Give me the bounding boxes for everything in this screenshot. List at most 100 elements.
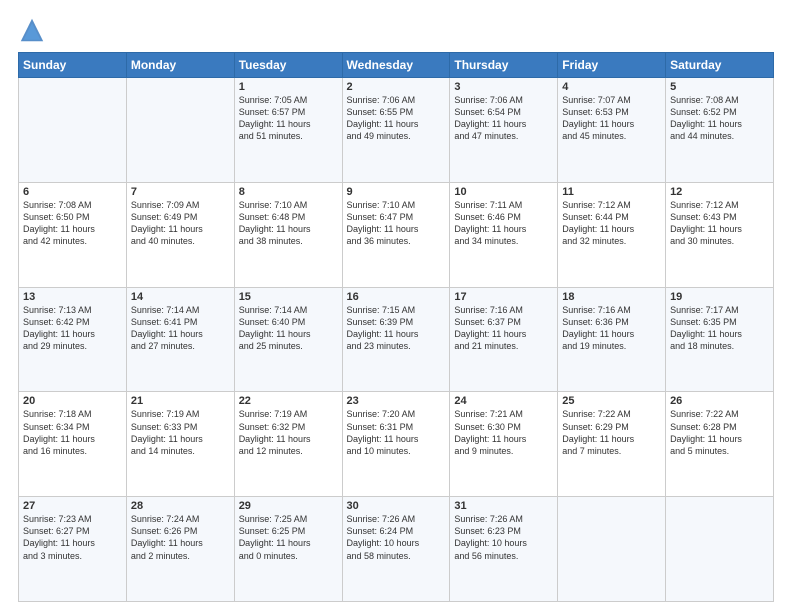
day-info: Sunrise: 7:10 AMSunset: 6:47 PMDaylight:…	[347, 199, 446, 248]
day-info: Sunrise: 7:24 AMSunset: 6:26 PMDaylight:…	[131, 513, 230, 562]
day-cell: 22Sunrise: 7:19 AMSunset: 6:32 PMDayligh…	[234, 392, 342, 497]
day-cell: 23Sunrise: 7:20 AMSunset: 6:31 PMDayligh…	[342, 392, 450, 497]
day-header-friday: Friday	[558, 53, 666, 78]
day-header-sunday: Sunday	[19, 53, 127, 78]
day-info: Sunrise: 7:17 AMSunset: 6:35 PMDaylight:…	[670, 304, 769, 353]
day-info: Sunrise: 7:09 AMSunset: 6:49 PMDaylight:…	[131, 199, 230, 248]
day-cell: 28Sunrise: 7:24 AMSunset: 6:26 PMDayligh…	[126, 497, 234, 602]
day-cell: 24Sunrise: 7:21 AMSunset: 6:30 PMDayligh…	[450, 392, 558, 497]
day-header-saturday: Saturday	[666, 53, 774, 78]
day-info: Sunrise: 7:06 AMSunset: 6:55 PMDaylight:…	[347, 94, 446, 143]
day-number: 9	[347, 186, 446, 198]
day-cell: 7Sunrise: 7:09 AMSunset: 6:49 PMDaylight…	[126, 182, 234, 287]
day-info: Sunrise: 7:05 AMSunset: 6:57 PMDaylight:…	[239, 94, 338, 143]
day-cell: 17Sunrise: 7:16 AMSunset: 6:37 PMDayligh…	[450, 287, 558, 392]
day-info: Sunrise: 7:26 AMSunset: 6:23 PMDaylight:…	[454, 513, 553, 562]
day-info: Sunrise: 7:16 AMSunset: 6:37 PMDaylight:…	[454, 304, 553, 353]
day-number: 14	[131, 291, 230, 303]
calendar-header-row: SundayMondayTuesdayWednesdayThursdayFrid…	[19, 53, 774, 78]
day-number: 25	[562, 395, 661, 407]
day-info: Sunrise: 7:08 AMSunset: 6:52 PMDaylight:…	[670, 94, 769, 143]
day-info: Sunrise: 7:22 AMSunset: 6:29 PMDaylight:…	[562, 408, 661, 457]
page: SundayMondayTuesdayWednesdayThursdayFrid…	[0, 0, 792, 612]
week-row-5: 27Sunrise: 7:23 AMSunset: 6:27 PMDayligh…	[19, 497, 774, 602]
day-number: 1	[239, 81, 338, 93]
day-cell: 25Sunrise: 7:22 AMSunset: 6:29 PMDayligh…	[558, 392, 666, 497]
day-info: Sunrise: 7:06 AMSunset: 6:54 PMDaylight:…	[454, 94, 553, 143]
day-number: 23	[347, 395, 446, 407]
day-cell: 21Sunrise: 7:19 AMSunset: 6:33 PMDayligh…	[126, 392, 234, 497]
day-info: Sunrise: 7:26 AMSunset: 6:24 PMDaylight:…	[347, 513, 446, 562]
day-cell: 11Sunrise: 7:12 AMSunset: 6:44 PMDayligh…	[558, 182, 666, 287]
day-info: Sunrise: 7:12 AMSunset: 6:43 PMDaylight:…	[670, 199, 769, 248]
week-row-4: 20Sunrise: 7:18 AMSunset: 6:34 PMDayligh…	[19, 392, 774, 497]
day-number: 19	[670, 291, 769, 303]
day-number: 12	[670, 186, 769, 198]
day-cell: 4Sunrise: 7:07 AMSunset: 6:53 PMDaylight…	[558, 78, 666, 183]
day-cell: 14Sunrise: 7:14 AMSunset: 6:41 PMDayligh…	[126, 287, 234, 392]
day-info: Sunrise: 7:10 AMSunset: 6:48 PMDaylight:…	[239, 199, 338, 248]
day-cell	[666, 497, 774, 602]
day-number: 30	[347, 500, 446, 512]
day-cell: 31Sunrise: 7:26 AMSunset: 6:23 PMDayligh…	[450, 497, 558, 602]
day-header-monday: Monday	[126, 53, 234, 78]
day-cell: 18Sunrise: 7:16 AMSunset: 6:36 PMDayligh…	[558, 287, 666, 392]
day-info: Sunrise: 7:14 AMSunset: 6:41 PMDaylight:…	[131, 304, 230, 353]
day-cell: 8Sunrise: 7:10 AMSunset: 6:48 PMDaylight…	[234, 182, 342, 287]
day-number: 29	[239, 500, 338, 512]
day-cell: 20Sunrise: 7:18 AMSunset: 6:34 PMDayligh…	[19, 392, 127, 497]
day-number: 13	[23, 291, 122, 303]
day-info: Sunrise: 7:16 AMSunset: 6:36 PMDaylight:…	[562, 304, 661, 353]
day-number: 7	[131, 186, 230, 198]
day-number: 4	[562, 81, 661, 93]
header	[18, 16, 774, 44]
day-cell	[126, 78, 234, 183]
day-info: Sunrise: 7:18 AMSunset: 6:34 PMDaylight:…	[23, 408, 122, 457]
day-cell: 29Sunrise: 7:25 AMSunset: 6:25 PMDayligh…	[234, 497, 342, 602]
day-cell	[558, 497, 666, 602]
day-number: 31	[454, 500, 553, 512]
day-info: Sunrise: 7:15 AMSunset: 6:39 PMDaylight:…	[347, 304, 446, 353]
day-number: 18	[562, 291, 661, 303]
day-number: 22	[239, 395, 338, 407]
week-row-2: 6Sunrise: 7:08 AMSunset: 6:50 PMDaylight…	[19, 182, 774, 287]
day-info: Sunrise: 7:22 AMSunset: 6:28 PMDaylight:…	[670, 408, 769, 457]
day-number: 20	[23, 395, 122, 407]
day-cell: 19Sunrise: 7:17 AMSunset: 6:35 PMDayligh…	[666, 287, 774, 392]
day-cell	[19, 78, 127, 183]
week-row-1: 1Sunrise: 7:05 AMSunset: 6:57 PMDaylight…	[19, 78, 774, 183]
day-number: 17	[454, 291, 553, 303]
day-info: Sunrise: 7:20 AMSunset: 6:31 PMDaylight:…	[347, 408, 446, 457]
day-number: 5	[670, 81, 769, 93]
day-number: 24	[454, 395, 553, 407]
day-number: 16	[347, 291, 446, 303]
day-info: Sunrise: 7:07 AMSunset: 6:53 PMDaylight:…	[562, 94, 661, 143]
day-cell: 13Sunrise: 7:13 AMSunset: 6:42 PMDayligh…	[19, 287, 127, 392]
day-info: Sunrise: 7:11 AMSunset: 6:46 PMDaylight:…	[454, 199, 553, 248]
day-number: 27	[23, 500, 122, 512]
day-info: Sunrise: 7:08 AMSunset: 6:50 PMDaylight:…	[23, 199, 122, 248]
day-cell: 16Sunrise: 7:15 AMSunset: 6:39 PMDayligh…	[342, 287, 450, 392]
day-info: Sunrise: 7:13 AMSunset: 6:42 PMDaylight:…	[23, 304, 122, 353]
day-info: Sunrise: 7:12 AMSunset: 6:44 PMDaylight:…	[562, 199, 661, 248]
day-header-wednesday: Wednesday	[342, 53, 450, 78]
day-cell: 6Sunrise: 7:08 AMSunset: 6:50 PMDaylight…	[19, 182, 127, 287]
day-info: Sunrise: 7:25 AMSunset: 6:25 PMDaylight:…	[239, 513, 338, 562]
day-info: Sunrise: 7:14 AMSunset: 6:40 PMDaylight:…	[239, 304, 338, 353]
day-number: 2	[347, 81, 446, 93]
day-cell: 27Sunrise: 7:23 AMSunset: 6:27 PMDayligh…	[19, 497, 127, 602]
day-header-thursday: Thursday	[450, 53, 558, 78]
calendar-table: SundayMondayTuesdayWednesdayThursdayFrid…	[18, 52, 774, 602]
day-cell: 26Sunrise: 7:22 AMSunset: 6:28 PMDayligh…	[666, 392, 774, 497]
day-number: 21	[131, 395, 230, 407]
week-row-3: 13Sunrise: 7:13 AMSunset: 6:42 PMDayligh…	[19, 287, 774, 392]
day-number: 11	[562, 186, 661, 198]
day-cell: 12Sunrise: 7:12 AMSunset: 6:43 PMDayligh…	[666, 182, 774, 287]
day-info: Sunrise: 7:19 AMSunset: 6:32 PMDaylight:…	[239, 408, 338, 457]
day-cell: 1Sunrise: 7:05 AMSunset: 6:57 PMDaylight…	[234, 78, 342, 183]
day-number: 3	[454, 81, 553, 93]
day-cell: 15Sunrise: 7:14 AMSunset: 6:40 PMDayligh…	[234, 287, 342, 392]
day-cell: 3Sunrise: 7:06 AMSunset: 6:54 PMDaylight…	[450, 78, 558, 183]
day-cell: 10Sunrise: 7:11 AMSunset: 6:46 PMDayligh…	[450, 182, 558, 287]
day-info: Sunrise: 7:19 AMSunset: 6:33 PMDaylight:…	[131, 408, 230, 457]
